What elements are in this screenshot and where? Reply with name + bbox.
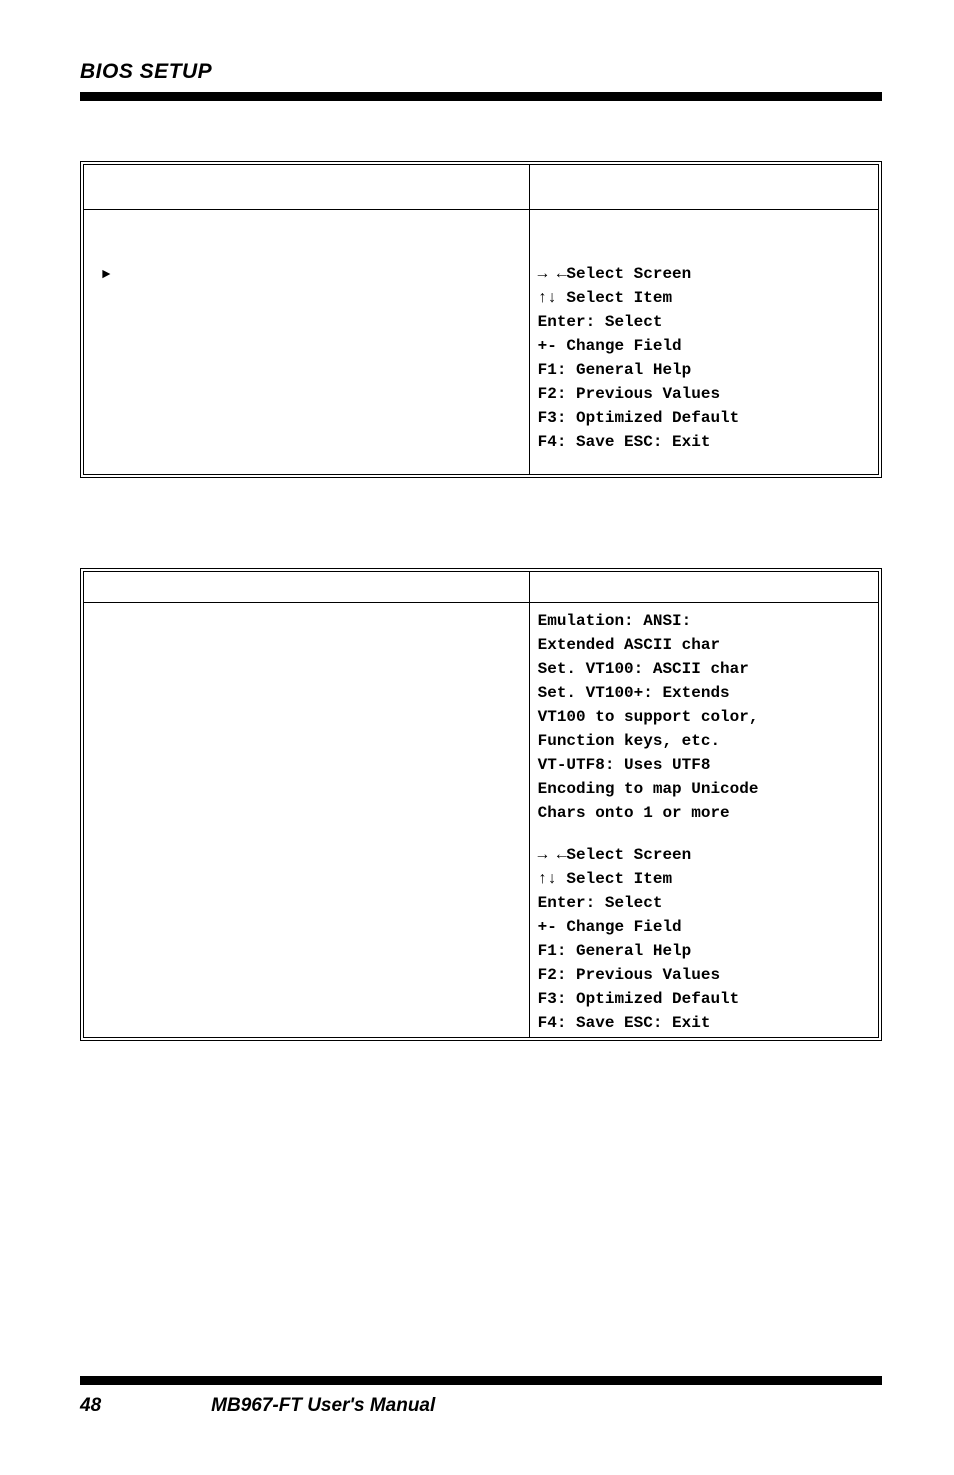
description-line: Function keys, etc. [538, 729, 872, 753]
table-header-right [529, 165, 878, 210]
page-number: 48 [80, 1395, 101, 1417]
help-panel: Emulation: ANSI: Extended ASCII char Set… [529, 603, 878, 1037]
page-title: BIOS SETUP [80, 60, 882, 84]
nav-hint: Enter: Select [538, 310, 872, 334]
footer: 48 MB967-FT User's Manual [80, 1395, 882, 1417]
nav-hint: → ←Select Screen [538, 843, 872, 867]
nav-hint: F4: Save ESC: Exit [538, 430, 872, 454]
table-header-left [84, 165, 529, 210]
nav-hint: F3: Optimized Default [538, 987, 872, 1011]
description-line: Set. VT100+: Extends [538, 681, 872, 705]
nav-hint: F2: Previous Values [538, 382, 872, 406]
header-divider [80, 92, 882, 101]
menu-items-area[interactable]: ► [84, 210, 529, 474]
description-line: Emulation: ANSI: [538, 609, 872, 633]
description-line: Set. VT100: ASCII char [538, 657, 872, 681]
submenu-marker-icon: ► [102, 265, 110, 286]
table-header-left [84, 572, 529, 603]
bios-table-2: Emulation: ANSI: Extended ASCII char Set… [80, 568, 882, 1041]
nav-hint: F1: General Help [538, 939, 872, 963]
nav-hint: ↑↓ Select Item [538, 867, 872, 891]
nav-hint: Enter: Select [538, 891, 872, 915]
nav-hint: +- Change Field [538, 334, 872, 358]
nav-hint: F2: Previous Values [538, 963, 872, 987]
description-line: VT-UTF8: Uses UTF8 [538, 753, 872, 777]
nav-hint: ↑↓ Select Item [538, 286, 872, 310]
nav-hint: F4: Save ESC: Exit [538, 1011, 872, 1035]
help-panel: → ←Select Screen ↑↓ Select Item Enter: S… [529, 210, 878, 474]
nav-hint: F1: General Help [538, 358, 872, 382]
description-line: VT100 to support color, [538, 705, 872, 729]
table-header-right [529, 572, 878, 603]
description-line: Chars onto 1 or more [538, 801, 872, 825]
footer-divider [80, 1376, 882, 1385]
description-line: Extended ASCII char [538, 633, 872, 657]
nav-hint: F3: Optimized Default [538, 406, 872, 430]
menu-items-area[interactable] [84, 603, 529, 1037]
nav-hint: +- Change Field [538, 915, 872, 939]
bios-table-1: ► → ←Select Screen ↑↓ Select Item Enter:… [80, 161, 882, 478]
description-line: Encoding to map Unicode [538, 777, 872, 801]
nav-hint: → ←Select Screen [538, 262, 872, 286]
manual-title: MB967-FT User's Manual [211, 1395, 435, 1417]
